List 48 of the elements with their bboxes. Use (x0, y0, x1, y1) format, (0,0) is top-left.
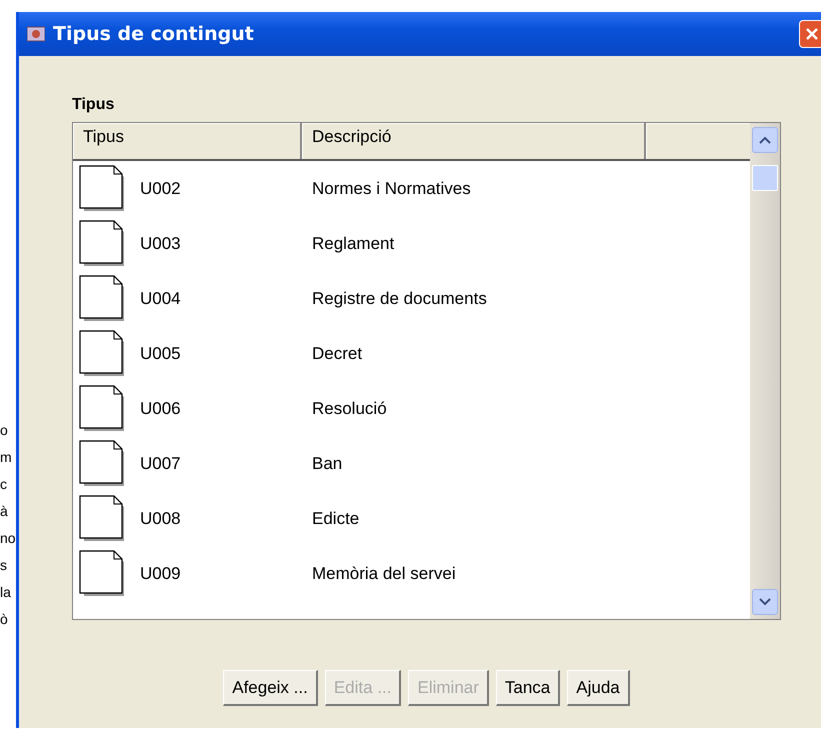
background-text: la (0, 583, 12, 602)
document-icon (78, 164, 126, 214)
background-text: à (0, 502, 9, 521)
scroll-thumb[interactable] (752, 165, 778, 191)
table-cell-text: U002 (139, 178, 182, 198)
document-icon (78, 218, 126, 268)
dialog-button[interactable]: Afegeix ... (223, 670, 318, 706)
background-text: o (0, 421, 9, 440)
close-icon (805, 27, 819, 41)
table-cell-text: U007 (139, 454, 182, 474)
section-label: Tipus (72, 96, 116, 114)
scrollbar[interactable] (750, 123, 780, 619)
document-icon (78, 328, 126, 378)
table-cell: Decret (312, 344, 362, 364)
background-text: m (0, 448, 13, 467)
document-icon (78, 494, 126, 544)
app-icon (27, 26, 45, 42)
scroll-down-button[interactable] (752, 589, 778, 615)
column-header[interactable]: Descripció (302, 123, 646, 159)
table-cell-text: U006 (139, 398, 182, 418)
document-icon (78, 274, 126, 324)
scroll-up-button[interactable] (752, 127, 778, 153)
background-text: no (0, 529, 16, 548)
document-icon (78, 548, 126, 598)
table-cell-text: U008 (139, 508, 182, 528)
table-cell: Registre de documents (312, 288, 487, 308)
table-cell: Memòria del servei (312, 564, 456, 584)
table-cell: Edicte (312, 508, 360, 528)
table-cell-text: U009 (139, 564, 182, 584)
table-cell: Resolució (312, 398, 387, 418)
table-cell-text: U003 (139, 234, 182, 254)
dialog-button[interactable]: Tanca (496, 670, 560, 706)
window-title: Tipus de contingut (53, 23, 255, 45)
caret-up-icon (759, 136, 771, 144)
close-button[interactable] (799, 20, 821, 48)
table-cell: Ban (312, 454, 342, 474)
table-cell: Normes i Normatives (312, 178, 471, 198)
table-cell-text: U005 (139, 344, 182, 364)
background-text: ò (0, 610, 9, 629)
document-icon (78, 384, 126, 434)
column-header[interactable]: Tipus (73, 123, 302, 159)
background-text: s (0, 556, 8, 575)
table-cell: Reglament (312, 234, 394, 254)
document-icon (78, 438, 126, 488)
dialog-button[interactable]: Ajuda (567, 670, 630, 706)
caret-down-icon (759, 598, 771, 606)
background-text: c (0, 475, 8, 494)
table-cell-text: U004 (139, 288, 182, 308)
